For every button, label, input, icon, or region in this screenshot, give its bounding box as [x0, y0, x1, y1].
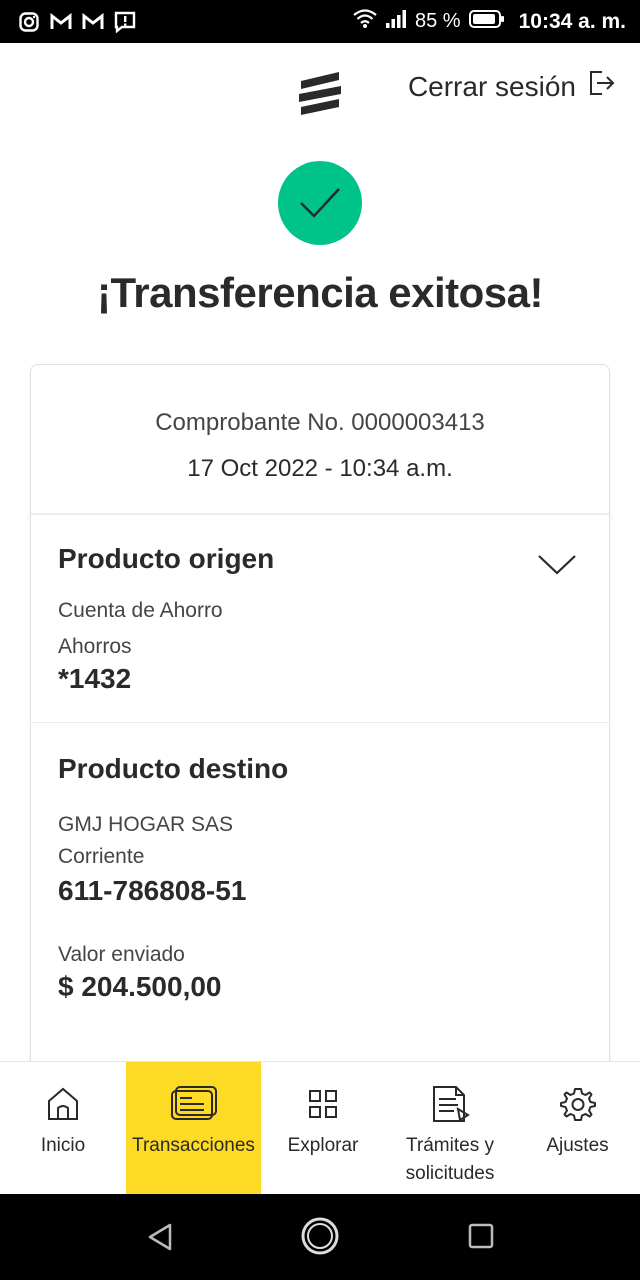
- instagram-icon: [18, 11, 40, 33]
- nav-item-inicio[interactable]: Inicio: [0, 1062, 126, 1194]
- page-title: ¡Transferencia exitosa!: [96, 269, 544, 316]
- clock: 10:34 a. m.: [518, 9, 626, 33]
- origin-heading: Producto origen: [58, 543, 275, 574]
- bank-logo: [295, 69, 345, 117]
- receipt-datetime: 17 Oct 2022 - 10:34 a.m.: [187, 455, 453, 482]
- destination-heading: Producto destino: [58, 753, 289, 784]
- nav-label-transacciones: Transacciones: [132, 1135, 255, 1156]
- alert-icon: [114, 11, 136, 33]
- transfer-summary-card: Comprobante No. 0000003413 17 Oct 2022 -…: [30, 364, 610, 1164]
- origin-account-type: Cuenta de Ahorro: [58, 599, 223, 622]
- nav-label-tramites-line2: solicitudes: [405, 1163, 495, 1184]
- recents-icon[interactable]: [468, 1223, 494, 1254]
- gmail-icon: [50, 11, 72, 33]
- document-icon: [430, 1084, 470, 1124]
- amount-label: Valor enviado: [58, 943, 185, 966]
- app-screen: Cerrar sesión ¡Transferencia exitosa! Co…: [0, 43, 640, 1194]
- nav-item-explorar[interactable]: Explorar: [261, 1062, 385, 1194]
- gmail-icon: [82, 11, 104, 33]
- app-header: Cerrar sesión: [0, 43, 640, 135]
- nav-label-ajustes: Ajustes: [546, 1135, 609, 1156]
- back-icon[interactable]: [146, 1222, 174, 1257]
- gear-icon: [559, 1084, 596, 1124]
- logout-button[interactable]: Cerrar sesión: [408, 69, 616, 104]
- status-bar: 85 % 10:34 a. m.: [0, 0, 640, 43]
- origin-product-section[interactable]: Producto origen Cuenta de Ahorro Ahorros…: [31, 515, 609, 723]
- destination-account-kind: Corriente: [58, 845, 145, 868]
- bottom-navigation: Inicio Transacciones Explorar Trámites y…: [0, 1061, 640, 1194]
- destination-product-section: Producto destino GMJ HOGAR SAS Corriente…: [31, 723, 609, 1003]
- home-icon: [46, 1084, 80, 1124]
- destination-name: GMJ HOGAR SAS: [58, 813, 234, 836]
- origin-account-number: *1432: [58, 663, 132, 694]
- logout-icon: [588, 69, 616, 104]
- system-navigation-bar: [0, 1194, 640, 1280]
- amount-value: $ 204.500,00: [58, 971, 222, 1002]
- chevron-down-icon[interactable]: [537, 553, 577, 582]
- nav-label-inicio: Inicio: [40, 1135, 86, 1156]
- transactions-icon: [170, 1084, 218, 1124]
- signal-icon: [385, 9, 407, 35]
- nav-item-transacciones[interactable]: Transacciones: [126, 1062, 261, 1194]
- grid-icon: [308, 1084, 338, 1124]
- logout-label: Cerrar sesión: [407, 70, 576, 102]
- nav-label-tramites-line1: Trámites y: [406, 1135, 494, 1156]
- wifi-icon: [353, 8, 377, 35]
- origin-account-kind: Ahorros: [58, 635, 132, 658]
- nav-item-ajustes[interactable]: Ajustes: [515, 1062, 640, 1194]
- nav-item-tramites[interactable]: Trámites y solicitudes: [385, 1062, 515, 1194]
- receipt-header: Comprobante No. 0000003413 17 Oct 2022 -…: [31, 365, 609, 515]
- success-check-icon: [278, 161, 362, 245]
- nav-label-explorar: Explorar: [287, 1135, 359, 1156]
- home-button-icon[interactable]: [300, 1216, 340, 1261]
- receipt-number: Comprobante No. 0000003413: [155, 409, 485, 436]
- destination-account-number: 611-786808-51: [58, 875, 247, 906]
- battery-icon: [468, 9, 505, 35]
- battery-percent: 85 %: [415, 10, 461, 32]
